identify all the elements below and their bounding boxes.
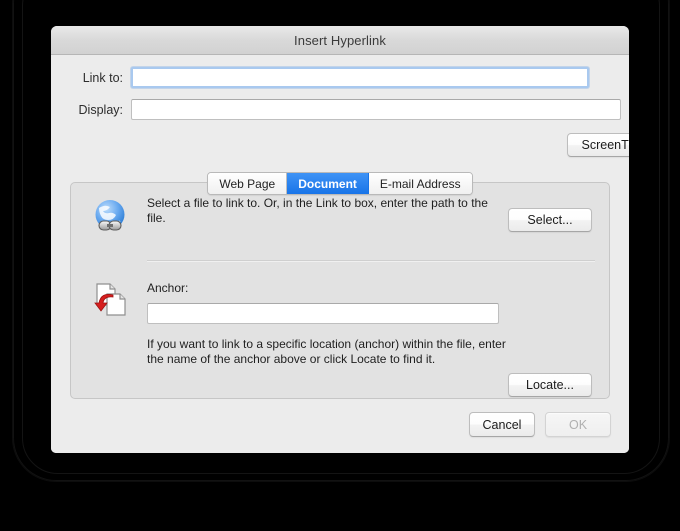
dialog-title: Insert Hyperlink: [294, 32, 386, 48]
tab-email-address[interactable]: E-mail Address: [368, 173, 472, 194]
display-input[interactable]: [131, 99, 621, 120]
display-label: Display:: [78, 102, 123, 117]
tab-strip: Web Page Document E-mail Address: [51, 172, 629, 195]
locate-anchor-button[interactable]: Locate...: [508, 373, 592, 397]
document-tab-panel: Select a file to link to. Or, in the Lin…: [70, 182, 610, 399]
anchor-label: Anchor:: [147, 281, 189, 295]
globe-link-icon: [91, 196, 133, 238]
insert-hyperlink-dialog: Insert Hyperlink Link to: Display: Scree…: [51, 26, 629, 453]
tab-document[interactable]: Document: [287, 173, 369, 194]
section-divider: [147, 260, 595, 262]
dialog-body: Link to: Display: ScreenTip... Web: [51, 55, 629, 453]
link-to-row: Link to:: [51, 67, 629, 88]
anchor-section-hint: If you want to link to a specific locati…: [147, 337, 506, 366]
file-section-description: Select a file to link to. Or, in the Lin…: [147, 196, 488, 225]
anchor-input[interactable]: [147, 303, 499, 324]
cancel-button[interactable]: Cancel: [469, 412, 535, 437]
document-anchor-icon: [91, 281, 133, 323]
link-to-input[interactable]: [131, 67, 589, 88]
ok-button[interactable]: OK: [545, 412, 611, 437]
select-file-button[interactable]: Select...: [508, 208, 592, 232]
tab-group: Web Page Document E-mail Address: [207, 172, 473, 195]
screen-background: Insert Hyperlink Link to: Display: Scree…: [0, 0, 680, 531]
dialog-titlebar[interactable]: Insert Hyperlink: [51, 26, 629, 55]
display-row: Display:: [51, 99, 629, 120]
link-to-label: Link to:: [82, 70, 123, 85]
tab-web-page[interactable]: Web Page: [208, 173, 288, 194]
screentip-button[interactable]: ScreenTip...: [567, 133, 629, 157]
dialog-footer: Cancel OK: [469, 412, 611, 437]
